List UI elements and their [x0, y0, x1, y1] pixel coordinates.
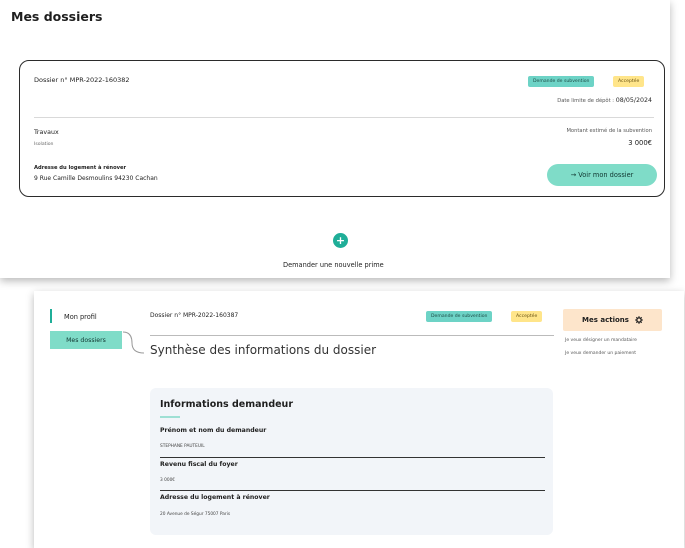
divider [150, 335, 554, 336]
sidebar-item-dossiers[interactable]: Mes dossiers [50, 331, 122, 349]
nav-indicator [50, 309, 52, 323]
section-title: Synthèse des informations du dossier [150, 343, 377, 357]
address-label: Adresse du logement à rénover [34, 165, 127, 171]
type-badge: Demande de subvention [426, 311, 493, 322]
page-title: Mes dossiers [11, 9, 103, 24]
info-demandeur-card: Informations demandeur Prénom et nom du … [150, 388, 553, 535]
title-accent [160, 416, 180, 418]
new-prime-link[interactable]: Demander une nouvelle prime [283, 261, 384, 269]
travaux-value: Isolation [34, 142, 54, 147]
type-badge: Demande de subvention [528, 76, 595, 87]
field-label: Adresse du logement à rénover [160, 494, 270, 501]
deadline: Date limite de dépôt : 08/05/2024 [557, 97, 652, 104]
dossier-card: Dossier n° MPR-2022-160382 Demande de su… [19, 60, 665, 197]
status-badge: Acceptée [613, 76, 645, 87]
view-dossier-button[interactable]: → Voir mon dossier [547, 164, 657, 186]
plus-icon: + [335, 234, 346, 247]
field-divider [160, 457, 545, 458]
designate-mandataire-link[interactable]: Je veux désigner un mandataire [565, 338, 637, 343]
field-value: STEPHANE PAUTEUIL [160, 444, 205, 449]
request-payment-link[interactable]: Je veux demander un paiement [565, 351, 636, 356]
montant-value: 3 000€ [628, 139, 652, 147]
info-title: Informations demandeur [160, 399, 294, 410]
actions-title: Mes actions [582, 316, 629, 324]
dossier-number: Dossier n° MPR-2022-160387 [150, 312, 239, 319]
gear-icon [635, 316, 643, 324]
field-value: 3 000€ [160, 478, 176, 483]
field-value: 20 Avenue de Ségur 75007 Paris [160, 512, 231, 517]
field-divider [160, 490, 545, 491]
field-label: Prénom et nom du demandeur [160, 427, 267, 434]
connector-curve [122, 331, 145, 354]
field-label: Revenu fiscal du foyer [160, 461, 238, 468]
divider [34, 117, 654, 118]
deadline-label: Date limite de dépôt : [557, 98, 615, 104]
deadline-date: 08/05/2024 [615, 97, 652, 104]
status-badge: Acceptée [511, 311, 543, 322]
dossiers-list-screen: Mes dossiers Dossier n° MPR-2022-160382 … [0, 0, 670, 278]
travaux-label: Travaux [34, 129, 59, 136]
dossier-detail-screen: Mon profil Mes dossiers Dossier n° MPR-2… [34, 291, 684, 548]
montant-label: Montant estimé de la subvention [566, 128, 652, 134]
sidebar-item-profil[interactable]: Mon profil [64, 313, 97, 321]
add-prime-button[interactable]: + [333, 233, 348, 248]
address-value: 9 Rue Camille Desmoulins 94230 Cachan [34, 175, 158, 182]
actions-menu-button[interactable]: Mes actions [563, 309, 662, 331]
dossier-number: Dossier n° MPR-2022-160382 [34, 76, 130, 84]
